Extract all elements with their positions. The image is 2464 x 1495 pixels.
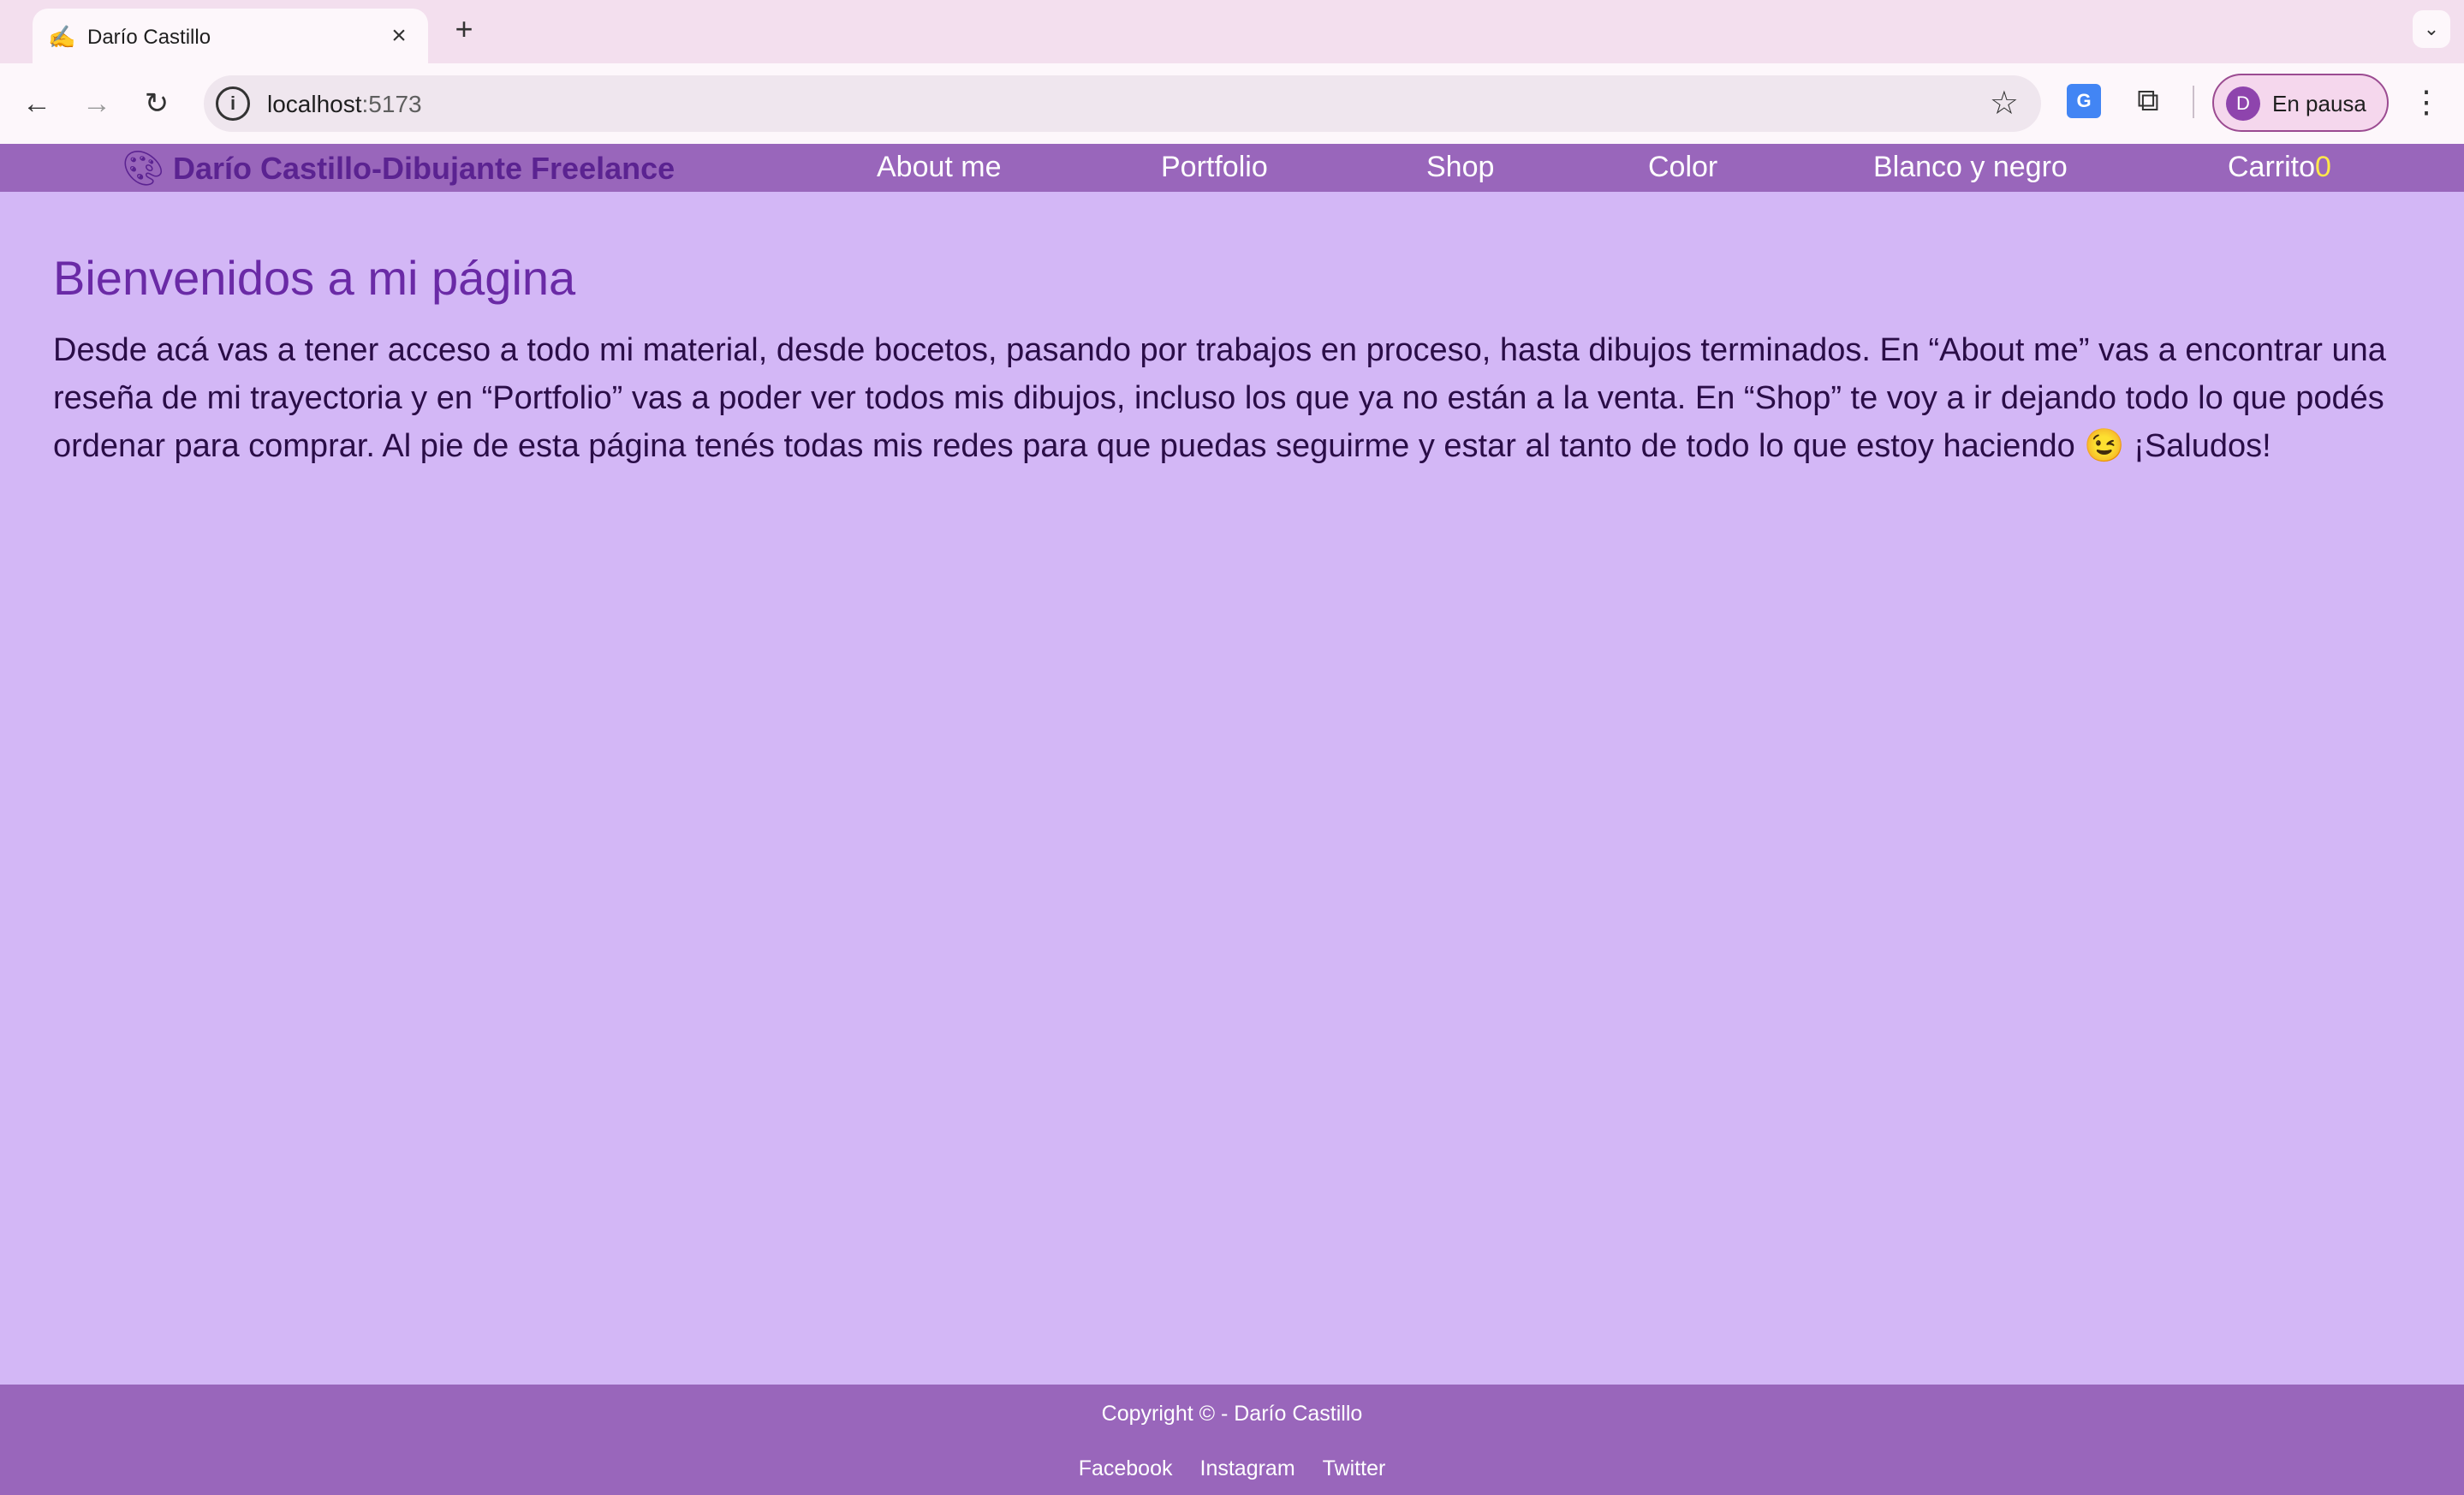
social-links: Facebook Instagram Twitter (0, 1456, 2464, 1481)
brand-title: Darío Castillo-Dibujante Freelance (173, 151, 676, 186)
profile-button[interactable]: D En pausa (2212, 74, 2389, 132)
url-host: localhost (267, 91, 362, 117)
more-menu-icon[interactable]: ⋮ (2409, 80, 2443, 123)
new-tab-icon[interactable]: + (447, 12, 481, 46)
site-info-icon[interactable]: i (216, 86, 250, 121)
nav-link-blanco-y-negro[interactable]: Blanco y negro (1873, 151, 2068, 184)
bookmark-star-icon[interactable]: ☆ (1990, 85, 2019, 122)
instagram-link[interactable]: Instagram (1200, 1456, 1295, 1481)
forward-arrow-icon[interactable]: → (75, 82, 118, 125)
site-footer: Copyright © - Darío Castillo Facebook In… (0, 1385, 2464, 1495)
intro-paragraph: Desde acá vas a tener acceso a todo mi m… (53, 332, 2386, 464)
browser-tab-bar: ✍ Darío Castillo × + ⌄ (0, 0, 2464, 63)
copyright-text: Copyright © - Darío Castillo (1101, 1402, 1363, 1426)
nav-link-portfolio[interactable]: Portfolio (1161, 151, 1268, 184)
site-navbar: 🎨︎ Darío Castillo-Dibujante Freelance Ab… (0, 144, 2464, 192)
nav-link-color[interactable]: Color (1648, 151, 1717, 184)
translate-icon[interactable]: G (2067, 84, 2101, 118)
cart-label: Carrito (2228, 151, 2316, 183)
tab-search-chevron-icon[interactable]: ⌄ (2413, 10, 2450, 48)
nav-link-shop[interactable]: Shop (1426, 151, 1494, 184)
browser-tab[interactable]: ✍ Darío Castillo × (33, 9, 428, 63)
tab-title: Darío Castillo (87, 26, 211, 49)
nav-link-cart[interactable]: Carrito0 (2228, 151, 2331, 184)
profile-status-label: En pausa (2272, 91, 2366, 116)
paintbrush-icon: ✍ (48, 24, 76, 50)
back-arrow-icon[interactable]: ← (15, 82, 58, 125)
url-port: :5173 (361, 91, 422, 117)
main-content: Bienvenidos a mi página Desde acá vas a … (53, 192, 2416, 470)
facebook-link[interactable]: Facebook (1079, 1456, 1173, 1481)
toolbar-divider (2193, 86, 2194, 118)
twitter-link[interactable]: Twitter (1323, 1456, 1386, 1481)
avatar: D (2226, 86, 2260, 121)
page-title: Bienvenidos a mi página (53, 251, 576, 305)
reload-icon[interactable]: ↻ (135, 82, 178, 125)
close-tab-icon[interactable]: × (384, 21, 414, 51)
nav-link-about[interactable]: About me (877, 151, 1002, 184)
url-text[interactable]: localhost:5173 (267, 91, 422, 118)
brand-link[interactable]: 🎨︎ Darío Castillo-Dibujante Freelance (122, 149, 675, 188)
cart-count-badge: 0 (2315, 151, 2331, 183)
address-bar[interactable]: i localhost:5173 ☆ (204, 75, 2041, 132)
extensions-puzzle-icon[interactable]: ⧉ (2128, 80, 2168, 120)
palette-icon: 🎨︎ (122, 150, 165, 188)
